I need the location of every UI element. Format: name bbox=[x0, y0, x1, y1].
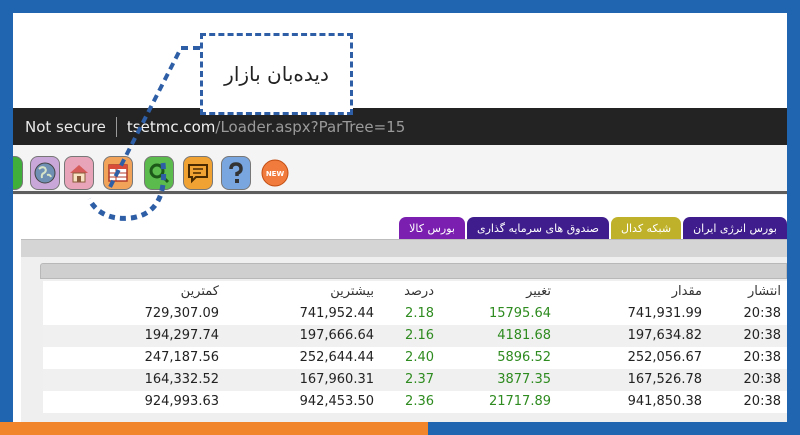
cell-time: 20:38 bbox=[743, 306, 781, 321]
cell-max: 197,666.64 bbox=[299, 328, 374, 343]
cell-change: 21717.89 bbox=[488, 394, 551, 409]
header-change[interactable]: تغییر bbox=[526, 281, 551, 303]
cell-volume: 941,850.38 bbox=[627, 394, 702, 409]
cell-change: 4181.68 bbox=[497, 328, 551, 343]
cell-time: 20:38 bbox=[743, 328, 781, 343]
market-watch-callout: دیده‌بان بازار bbox=[200, 33, 353, 115]
cell-min: 729,307.09 bbox=[144, 306, 219, 321]
cell-min: 247,187.56 bbox=[144, 350, 219, 365]
cell-min: 164,332.52 bbox=[144, 372, 219, 387]
cell-volume: 741,931.99 bbox=[627, 306, 702, 321]
cell-time: 20:38 bbox=[743, 350, 781, 365]
table-row[interactable]: 194,297.74 197,666.64 2.16 4181.68 197,6… bbox=[43, 325, 787, 347]
table-title-band bbox=[40, 263, 787, 279]
cell-percent: 2.16 bbox=[405, 328, 434, 343]
table-row[interactable]: 247,187.56 252,644.44 2.40 5896.52 252,0… bbox=[43, 347, 787, 369]
cell-min: 194,297.74 bbox=[144, 328, 219, 343]
table-header-row: کمترین بیشترین درصد تغییر مقدار انتشار bbox=[43, 281, 787, 303]
cell-max: 167,960.31 bbox=[299, 372, 374, 387]
cell-volume: 252,056.67 bbox=[627, 350, 702, 365]
cell-time: 20:38 bbox=[743, 372, 781, 387]
cell-change: 3877.35 bbox=[497, 372, 551, 387]
cell-percent: 2.37 bbox=[405, 372, 434, 387]
cell-change: 5896.52 bbox=[497, 350, 551, 365]
table-row[interactable]: 164,332.52 167,960.31 2.37 3877.35 167,5… bbox=[43, 369, 787, 391]
cell-percent: 2.40 bbox=[405, 350, 434, 365]
cell-change: 15795.64 bbox=[488, 306, 551, 321]
index-table: کمترین بیشترین درصد تغییر مقدار انتشار 7… bbox=[43, 281, 787, 413]
header-min[interactable]: کمترین bbox=[181, 281, 219, 303]
cell-volume: 167,526.78 bbox=[627, 372, 702, 387]
cell-time: 20:38 bbox=[743, 394, 781, 409]
cell-percent: 2.18 bbox=[405, 306, 434, 321]
cell-max: 942,453.50 bbox=[299, 394, 374, 409]
header-volume[interactable]: مقدار bbox=[672, 281, 702, 303]
cell-max: 252,644.44 bbox=[299, 350, 374, 365]
cell-percent: 2.36 bbox=[405, 394, 434, 409]
screenshot-canvas: دیده‌بان بازار Not secure tsetmc.com /Lo… bbox=[13, 13, 787, 422]
callout-label: دیده‌بان بازار bbox=[224, 62, 329, 86]
cell-volume: 197,634.82 bbox=[627, 328, 702, 343]
accent-bar bbox=[0, 422, 428, 435]
tab-content-header bbox=[21, 239, 787, 257]
cell-max: 741,952.44 bbox=[299, 306, 374, 321]
table-row[interactable]: 924,993.63 942,453.50 2.36 21717.89 941,… bbox=[43, 391, 787, 413]
table-row[interactable]: 729,307.09 741,952.44 2.18 15795.64 741,… bbox=[43, 303, 787, 325]
callout-leader bbox=[86, 46, 200, 221]
header-percent[interactable]: درصد bbox=[404, 281, 434, 303]
header-max[interactable]: بیشترین bbox=[330, 281, 374, 303]
header-time[interactable]: انتشار bbox=[748, 281, 781, 303]
cell-min: 924,993.63 bbox=[144, 394, 219, 409]
